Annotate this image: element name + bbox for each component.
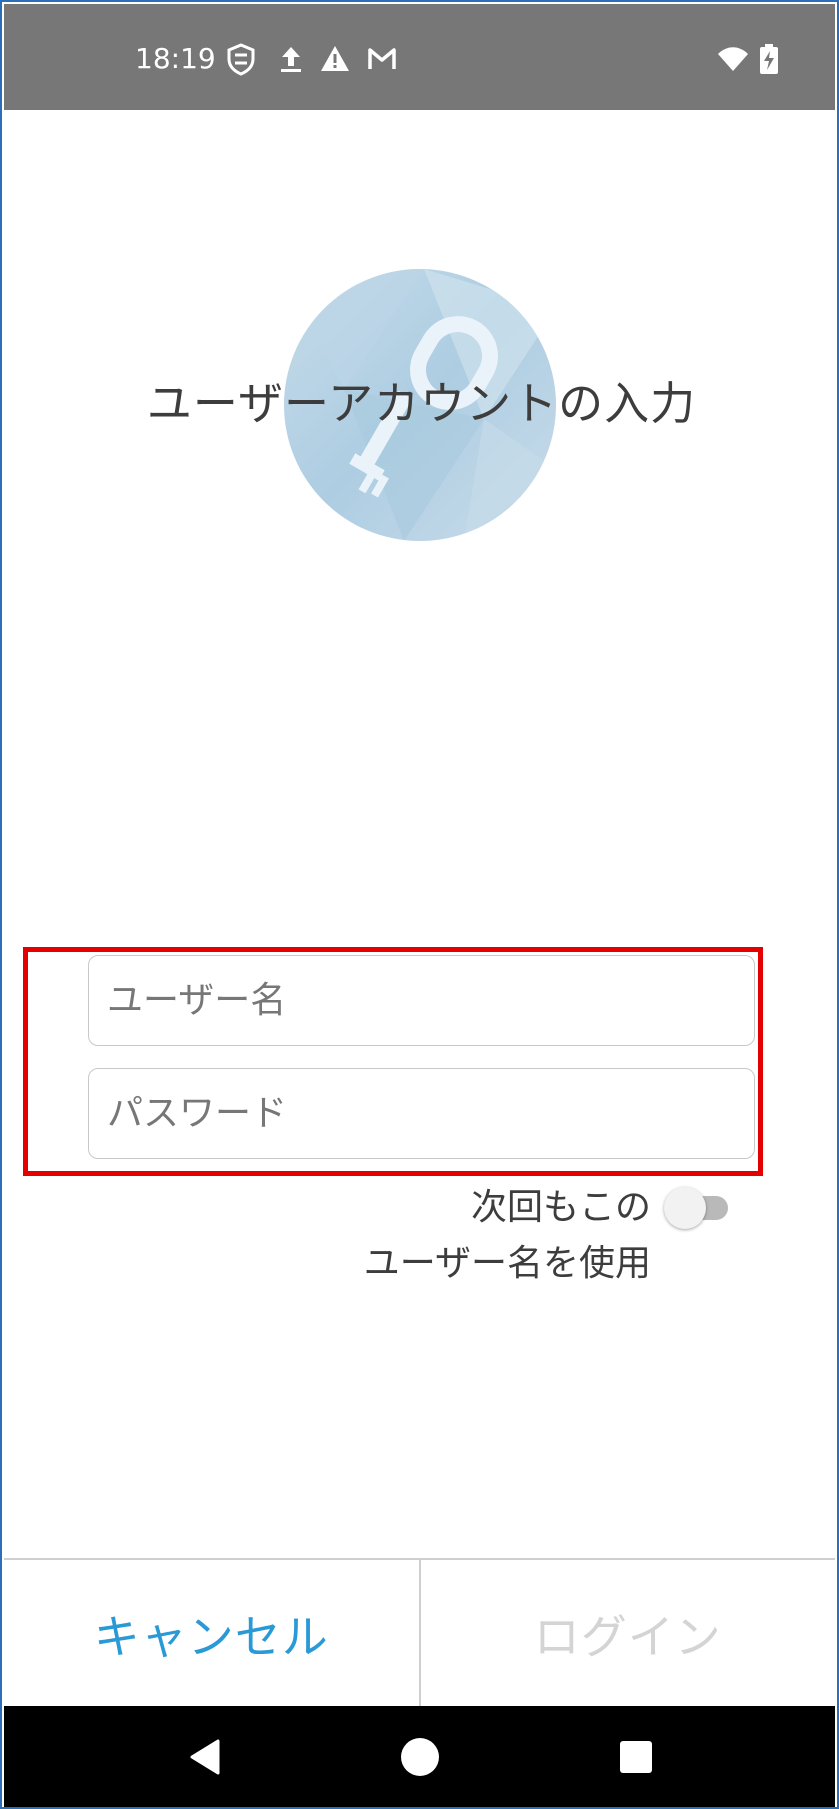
remember-label-line2: ユーザー名を使用 <box>363 1243 651 1284</box>
wifi-icon <box>716 42 750 76</box>
warning-icon <box>318 42 352 76</box>
remember-label-line1: 次回もこの <box>470 1187 651 1228</box>
status-bar: 18:19 <box>4 4 835 110</box>
status-time: 18:19 <box>135 42 216 75</box>
toggle-thumb <box>664 1187 706 1229</box>
password-field[interactable] <box>88 1068 755 1159</box>
battery-charging-icon <box>756 42 782 76</box>
remember-username-label: 次回もこの ユーザー名を使用 <box>364 1180 651 1292</box>
cancel-button[interactable]: キャンセル <box>4 1560 421 1708</box>
page-title: ユーザーアカウントの入力 <box>146 377 697 430</box>
remember-username-toggle[interactable] <box>664 1187 730 1229</box>
action-bar: キャンセル ログイン <box>4 1558 835 1708</box>
home-icon[interactable] <box>370 1706 470 1807</box>
back-icon[interactable] <box>156 1706 256 1807</box>
upload-icon <box>274 42 308 76</box>
username-field[interactable] <box>88 955 755 1046</box>
navigation-bar <box>4 1706 835 1807</box>
device-frame: 18:19 ユーザーアカウントの入力 ユーザー名 次回もこの ユーザー名を使用 … <box>0 0 839 1809</box>
shield-refresh-icon <box>224 42 258 76</box>
gmail-icon <box>365 42 399 76</box>
login-button[interactable]: ログイン <box>420 1560 835 1708</box>
recents-icon[interactable] <box>586 1706 686 1807</box>
